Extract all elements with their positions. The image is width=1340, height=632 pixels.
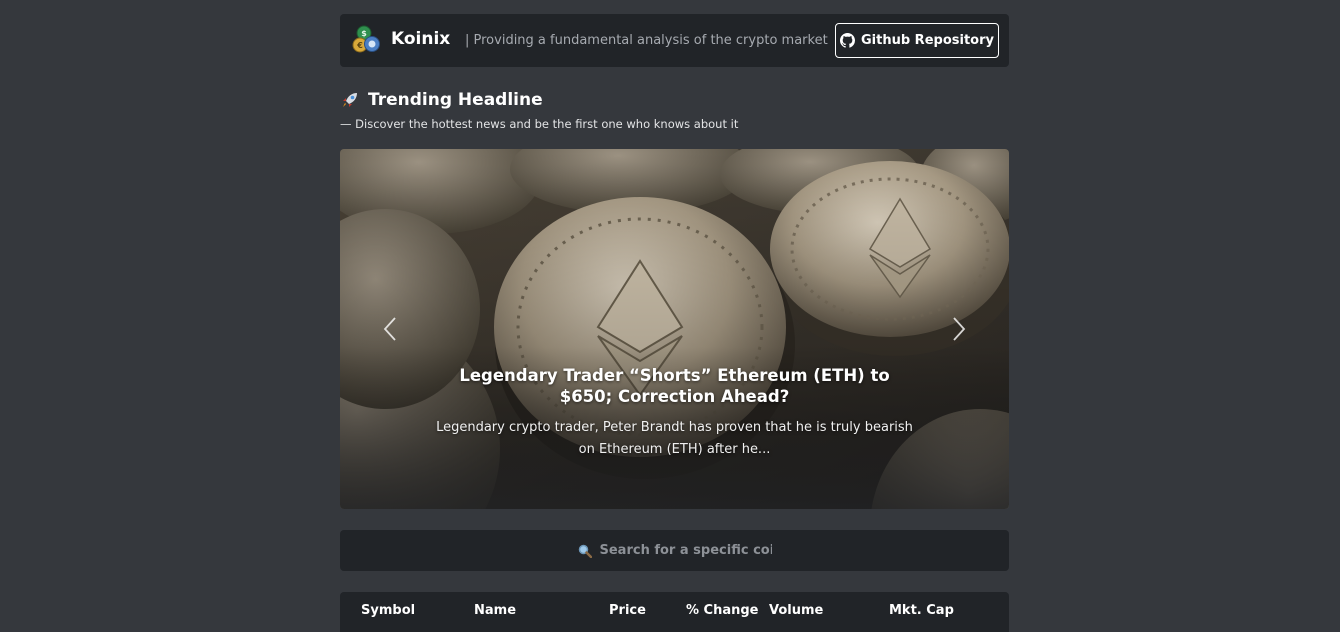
column-header-change[interactable]: % Change xyxy=(686,603,759,618)
coin-search-bar[interactable] xyxy=(340,530,1009,571)
column-header-market-cap[interactable]: Mkt. Cap xyxy=(889,603,954,618)
tagline: | Providing a fundamental analysis of th… xyxy=(465,33,828,48)
column-header-volume[interactable]: Volume xyxy=(769,603,823,618)
trending-title-text: Trending Headline xyxy=(368,90,543,110)
trending-title: Trending Headline xyxy=(340,90,543,110)
svg-text:€: € xyxy=(356,41,363,50)
carousel-prev-button[interactable] xyxy=(375,314,405,344)
column-header-name[interactable]: Name xyxy=(474,603,516,618)
column-header-symbol[interactable]: Symbol xyxy=(361,603,415,618)
navbar: $ € Koinix | Providing a fundamental ana… xyxy=(340,14,1009,67)
coin-table-header: Symbol Name Price % Change Volume Mkt. C… xyxy=(340,592,1009,632)
news-summary: Legendary crypto trader, Peter Brandt ha… xyxy=(436,420,913,457)
search-icon xyxy=(578,544,592,558)
column-header-price[interactable]: Price xyxy=(609,603,646,618)
github-icon xyxy=(840,33,855,48)
rocket-icon xyxy=(343,93,357,107)
carousel-caption[interactable]: Legendary Trader “Shorts” Ethereum (ETH)… xyxy=(435,365,914,461)
coins-logo-icon: $ € xyxy=(352,25,380,53)
github-button-label: Github Repository xyxy=(861,33,994,48)
news-carousel[interactable]: Legendary Trader “Shorts” Ethereum (ETH)… xyxy=(340,149,1009,509)
svg-text:$: $ xyxy=(361,29,367,38)
chevron-left-icon xyxy=(383,317,396,341)
github-repository-button[interactable]: Github Repository xyxy=(835,23,999,58)
trending-subtitle: — Discover the hottest news and be the f… xyxy=(340,117,739,131)
search-input[interactable] xyxy=(599,543,772,558)
brand-name[interactable]: Koinix xyxy=(391,29,450,49)
carousel-next-button[interactable] xyxy=(944,314,974,344)
chevron-right-icon xyxy=(953,317,966,341)
news-headline[interactable]: Legendary Trader “Shorts” Ethereum (ETH)… xyxy=(435,365,914,407)
